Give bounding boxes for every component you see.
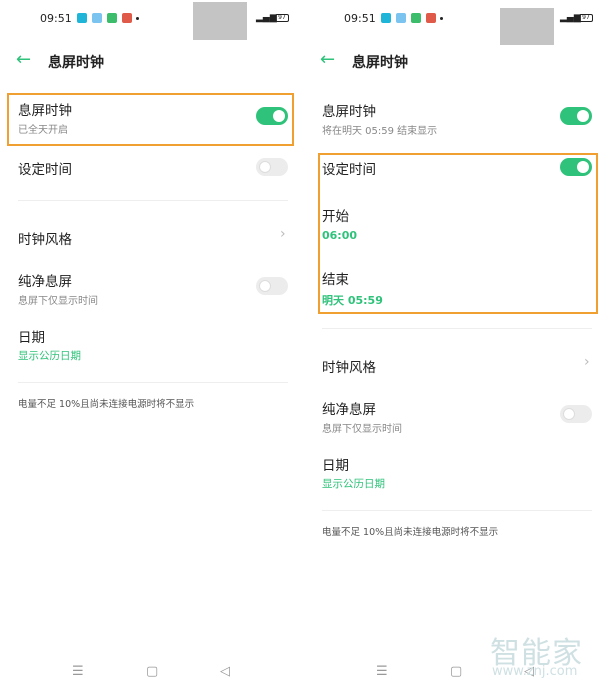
pure-toggle[interactable] (560, 405, 592, 423)
signal-icon: ▂▄▆ (256, 13, 277, 23)
clock-style-label[interactable]: 时钟风格 (322, 356, 376, 376)
date-sub: 显示公历日期 (18, 350, 81, 362)
right-screen: 09:51 ▂▄▆ 97 ← 息屏时钟 息屏时钟 将在明天 05:59 结束显示… (300, 0, 600, 691)
app-icon (122, 13, 132, 23)
aod-label: 息屏时钟 (18, 103, 72, 119)
clock-style-label[interactable]: 时钟风格 (18, 228, 72, 248)
start-value[interactable]: 06:00 (322, 229, 357, 242)
app-icon (426, 13, 436, 23)
battery-icon: 97 (275, 14, 289, 22)
app-icon (107, 13, 117, 23)
aod-sub: 已全天开启 (18, 125, 68, 136)
redacted-block (193, 2, 247, 40)
chevron-right-icon[interactable]: › (584, 354, 590, 370)
end-label[interactable]: 结束 (322, 268, 349, 288)
schedule-label: 设定时间 (18, 162, 72, 178)
pure-label: 纯净息屏 (322, 402, 376, 418)
aod-label: 息屏时钟 (322, 104, 376, 120)
battery-icon: 97 (579, 14, 593, 22)
aod-toggle[interactable] (560, 107, 592, 125)
battery-note: 电量不足 10%且尚未连接电源时将不显示 (18, 399, 195, 410)
menu-nav-icon[interactable]: ☰ (72, 664, 84, 679)
page-title: 息屏时钟 (352, 55, 408, 71)
date-sub: 显示公历日期 (322, 478, 385, 490)
home-nav-icon[interactable]: ▢ (146, 664, 158, 679)
schedule-toggle[interactable] (560, 158, 592, 176)
battery-note: 电量不足 10%且尚未连接电源时将不显示 (322, 527, 499, 538)
date-label[interactable]: 日期 (322, 454, 349, 474)
app-icon (411, 13, 421, 23)
divider (18, 200, 288, 201)
watermark-url: www.znj.com (492, 664, 578, 679)
signal-icon: ▂▄▆ (560, 13, 581, 23)
back-nav-icon[interactable]: ◁ (220, 664, 230, 679)
status-time: 09:51 (40, 12, 72, 25)
status-time: 09:51 (344, 12, 376, 25)
pure-sub: 息屏下仅显示时间 (322, 424, 402, 435)
aod-toggle[interactable] (256, 107, 288, 125)
pure-toggle[interactable] (256, 277, 288, 295)
date-label[interactable]: 日期 (18, 326, 45, 346)
app-icon (396, 13, 406, 23)
app-icon (77, 13, 87, 23)
menu-nav-icon[interactable]: ☰ (376, 664, 388, 679)
app-icon (92, 13, 102, 23)
aod-sub: 将在明天 05:59 结束显示 (322, 126, 438, 137)
app-icon (381, 13, 391, 23)
redacted-block (500, 8, 554, 45)
divider (322, 328, 592, 329)
start-label[interactable]: 开始 (322, 205, 349, 225)
home-nav-icon[interactable]: ▢ (450, 664, 462, 679)
end-value[interactable]: 明天 05:59 (322, 292, 383, 308)
back-arrow-icon[interactable]: ← (16, 49, 31, 70)
back-arrow-icon[interactable]: ← (320, 49, 335, 70)
left-screen: 09:51 ▂▄▆ 97 ← 息屏时钟 息屏时钟 已全天开启 设定时间 时钟风格… (0, 0, 300, 691)
pure-label: 纯净息屏 (18, 274, 72, 290)
schedule-label: 设定时间 (322, 162, 376, 178)
chevron-right-icon[interactable]: › (280, 226, 286, 242)
notification-dot (440, 17, 443, 20)
divider (322, 510, 592, 511)
page-title: 息屏时钟 (48, 55, 104, 71)
schedule-toggle[interactable] (256, 158, 288, 176)
notification-dot (136, 17, 139, 20)
pure-sub: 息屏下仅显示时间 (18, 296, 98, 307)
divider (18, 382, 288, 383)
